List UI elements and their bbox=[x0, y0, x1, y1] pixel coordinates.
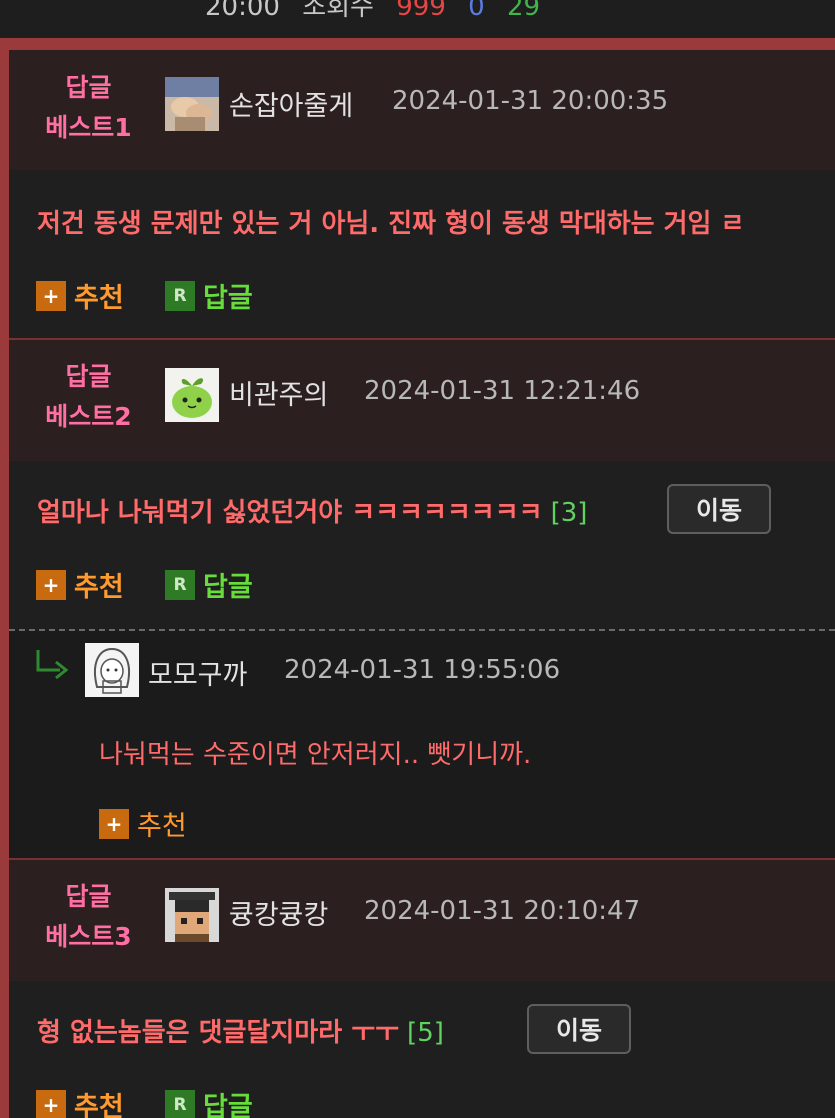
recommend-label: 추천 bbox=[137, 811, 187, 842]
comment-date: 2024-01-31 20:00:35 bbox=[392, 86, 669, 116]
comment-date: 2024-01-31 12:21:46 bbox=[364, 376, 641, 406]
best-badge-line2: 베스트2 bbox=[45, 402, 132, 431]
best-badge-line1: 답글 bbox=[65, 882, 112, 911]
plus-icon: + bbox=[99, 808, 129, 839]
comment-body bbox=[9, 981, 835, 1118]
post-time: 20:00 bbox=[205, 0, 280, 22]
reply-button[interactable]: R 답글 bbox=[165, 1085, 253, 1118]
best-badge-line2: 베스트1 bbox=[45, 113, 132, 142]
comment-nickname[interactable]: 큥캉큥캉 bbox=[229, 893, 328, 932]
comment-date: 2024-01-31 20:10:47 bbox=[364, 896, 641, 926]
reply-count[interactable]: [3] bbox=[551, 498, 588, 528]
best-badge-line2: 베스트3 bbox=[45, 922, 132, 951]
reply-count[interactable]: [5] bbox=[407, 1018, 444, 1048]
avatar[interactable] bbox=[165, 77, 219, 131]
likes-count: 999 bbox=[396, 0, 446, 22]
comment-text: 형 없는놈들은 댓글달지마라 ㅜㅜ bbox=[37, 1018, 400, 1048]
comment-nickname[interactable]: 비관주의 bbox=[229, 373, 328, 412]
views-label: 조회수 bbox=[302, 0, 374, 22]
reply-r-icon: R bbox=[165, 280, 195, 311]
comment-content: 형 없는놈들은 댓글달지마라 ㅜㅜ [5] bbox=[37, 1012, 444, 1049]
recommend-button[interactable]: + 추천 bbox=[36, 1085, 124, 1118]
comment-text: 얼마나 나눠먹기 싫었던거야 ㅋㅋㅋㅋㅋㅋㅋㅋ bbox=[37, 498, 543, 528]
best-replies-frame: 답글 베스트1 손잡아줄게 2024-01-31 20:00:35 저건 동생 … bbox=[0, 38, 835, 1118]
shares-count: 29 bbox=[506, 0, 541, 22]
best-badge: 답글 베스트2 bbox=[31, 357, 146, 437]
reply-r-icon: R bbox=[165, 569, 195, 600]
recommend-button[interactable]: + 추천 bbox=[36, 276, 124, 315]
comment-nickname[interactable]: 손잡아줄게 bbox=[229, 84, 353, 123]
plus-icon: + bbox=[36, 569, 66, 600]
avatar[interactable] bbox=[85, 643, 139, 697]
reply-label: 답글 bbox=[203, 283, 253, 314]
dislikes-count: 0 bbox=[468, 0, 485, 22]
reply-button[interactable]: R 답글 bbox=[165, 276, 253, 315]
recommend-label: 추천 bbox=[74, 1092, 124, 1118]
comment-content: 얼마나 나눠먹기 싫었던거야 ㅋㅋㅋㅋㅋㅋㅋㅋ [3] bbox=[37, 492, 587, 529]
comment-body bbox=[9, 170, 835, 338]
move-button[interactable]: 이동 bbox=[667, 484, 771, 534]
recommend-button[interactable]: + 추천 bbox=[36, 565, 124, 604]
move-button[interactable]: 이동 bbox=[527, 1004, 631, 1054]
post-stats-bar: 20:00 조회수 999 0 29 bbox=[0, 0, 835, 38]
recommend-label: 추천 bbox=[74, 283, 124, 314]
reply-label: 답글 bbox=[203, 572, 253, 603]
subreply-text: 나눠먹는 수준이면 안저러지.. 뺏기니까. bbox=[99, 740, 532, 770]
reply-arrow-icon bbox=[36, 650, 69, 680]
best-badge-line1: 답글 bbox=[65, 362, 112, 391]
reply-label: 답글 bbox=[203, 1092, 253, 1118]
plus-icon: + bbox=[36, 280, 66, 311]
best-badge: 답글 베스트1 bbox=[31, 68, 146, 148]
best-replies-list: 답글 베스트1 손잡아줄게 2024-01-31 20:00:35 저건 동생 … bbox=[9, 50, 835, 1118]
subreply-nickname[interactable]: 모모구까 bbox=[148, 653, 247, 692]
plus-icon: + bbox=[36, 1089, 66, 1118]
recommend-button[interactable]: + 추천 bbox=[99, 804, 187, 843]
reply-r-icon: R bbox=[165, 1089, 195, 1118]
avatar[interactable] bbox=[165, 888, 219, 942]
post-stats-text: 20:00 조회수 999 0 29 bbox=[205, 0, 554, 23]
reply-button[interactable]: R 답글 bbox=[165, 565, 253, 604]
comment-text: 저건 동생 문제만 있는 거 아님. 진짜 형이 동생 막대하는 거임 ㄹ bbox=[37, 209, 745, 239]
best-badge-line1: 답글 bbox=[65, 73, 112, 102]
best-badge: 답글 베스트3 bbox=[31, 877, 146, 957]
subreply-date: 2024-01-31 19:55:06 bbox=[284, 655, 561, 685]
avatar[interactable] bbox=[165, 368, 219, 422]
recommend-label: 추천 bbox=[74, 572, 124, 603]
comment-content: 저건 동생 문제만 있는 거 아님. 진짜 형이 동생 막대하는 거임 ㄹ bbox=[37, 203, 744, 240]
